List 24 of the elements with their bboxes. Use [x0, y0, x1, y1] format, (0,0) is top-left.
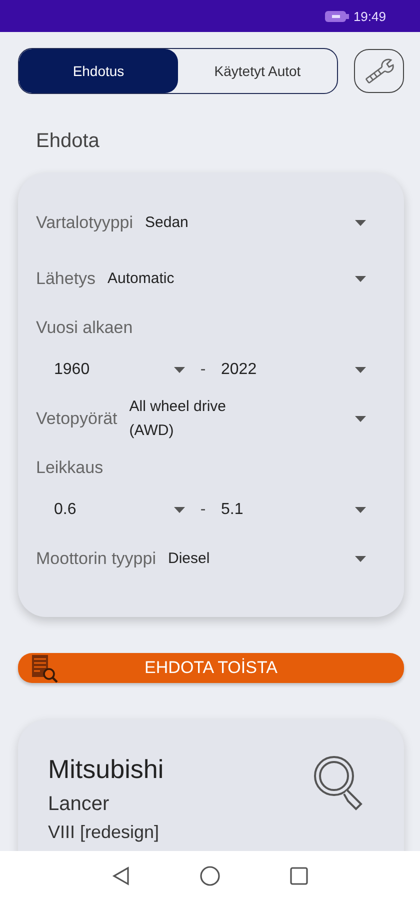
dropdown[interactable]: All wheel drive (AWD): [117, 395, 366, 443]
field-label: Leikkaus: [36, 458, 104, 478]
dropdown[interactable]: 5.1: [221, 490, 366, 530]
car-make: Mitsubishi: [48, 754, 165, 785]
dropdown[interactable]: Automatic: [96, 255, 366, 303]
car-model: Lancer: [48, 793, 110, 816]
dropdown[interactable]: 1960: [54, 350, 185, 390]
field-label: Lähetys: [36, 269, 96, 289]
range-separator: -: [199, 361, 207, 379]
dropdown[interactable]: 0.6: [54, 490, 185, 530]
field-label: Vetopyörät: [36, 409, 118, 429]
tab[interactable]: Käytetyt Autot: [178, 49, 337, 93]
field-label: Moottorin tyyppi: [36, 549, 156, 569]
field-label: Vuosi alkaen: [36, 318, 133, 338]
section-title: Ehdota: [36, 130, 100, 153]
range-separator: -: [199, 501, 207, 519]
dropdown[interactable]: 2022: [221, 350, 366, 390]
suggest-button[interactable]: EHDOTA TOİSTA: [18, 653, 404, 683]
clock-time: 19:49: [353, 8, 386, 24]
car-generation: VIII [redesign]: [48, 822, 160, 843]
dropdown[interactable]: Sedan: [133, 199, 366, 247]
field-label: Vartalotyyppi: [36, 213, 134, 233]
dropdown[interactable]: Diesel: [156, 535, 366, 583]
tab[interactable]: Ehdotus: [19, 49, 178, 93]
